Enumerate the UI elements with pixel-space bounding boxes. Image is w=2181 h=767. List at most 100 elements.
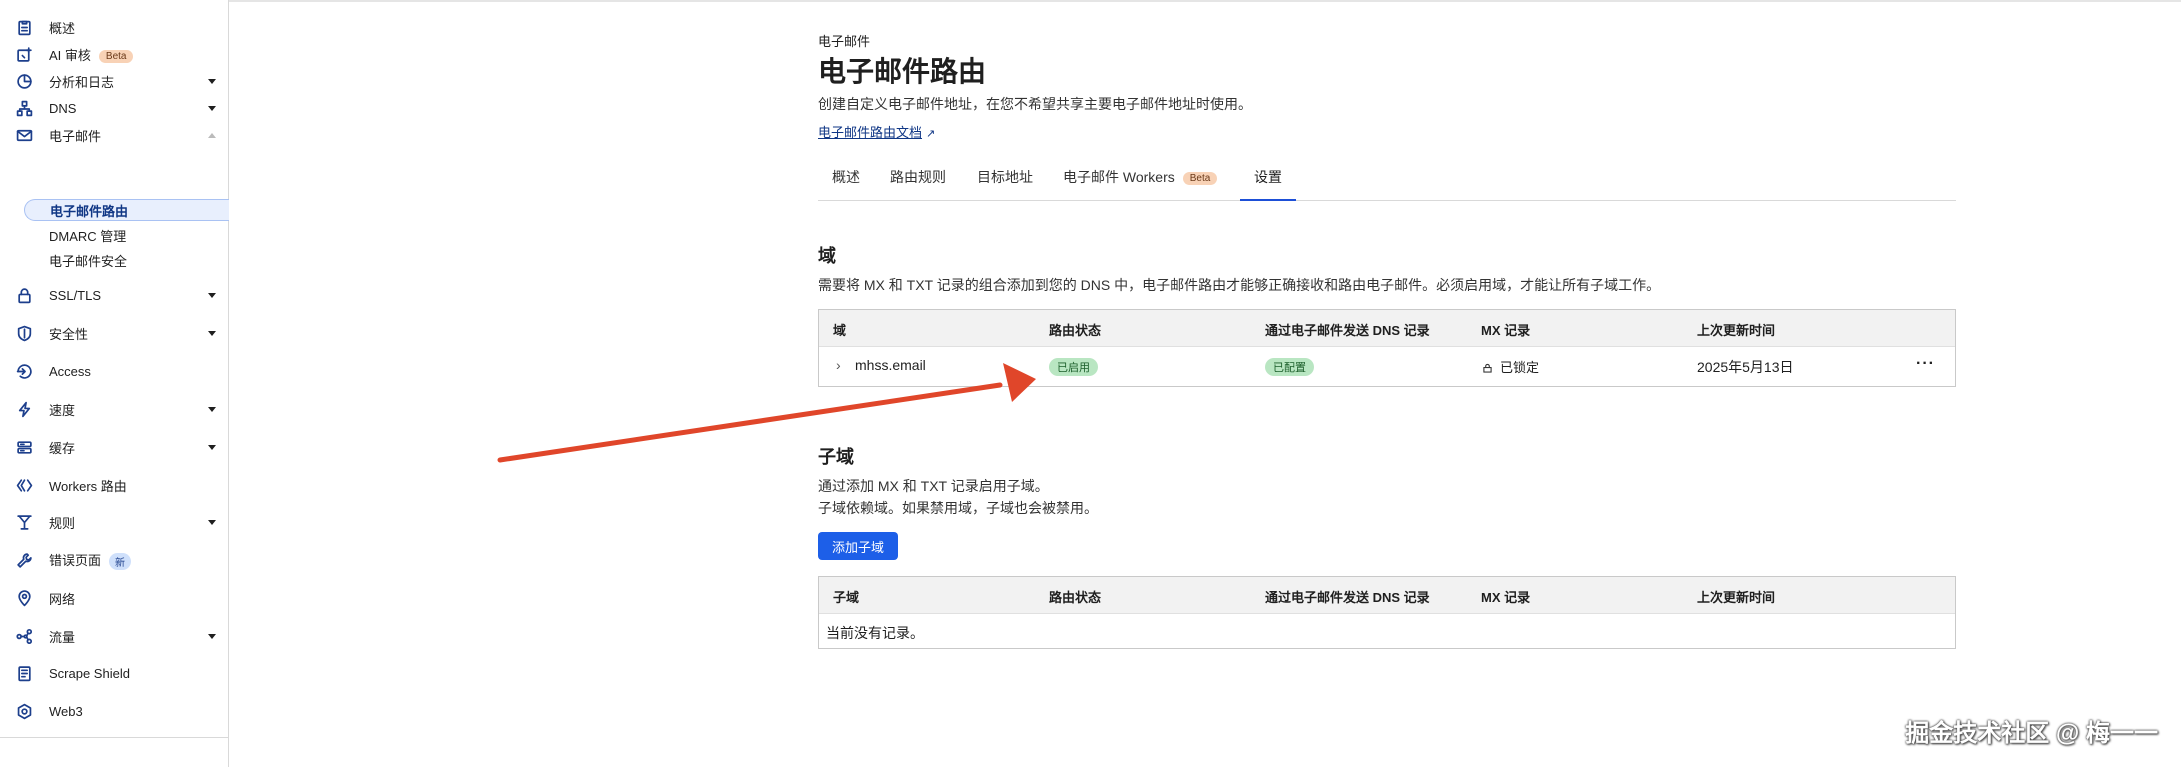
- tab-bar: 概述 路由规则 目标地址 电子邮件 Workers Beta 设置: [818, 165, 1956, 201]
- mx-cell: 已锁定: [1483, 357, 1539, 376]
- sidebar-item-dns[interactable]: DNS: [0, 94, 229, 122]
- traffic-icon: [14, 626, 34, 646]
- sidebar-item-scrape-shield[interactable]: Scrape Shield: [0, 659, 229, 687]
- sidebar-item-label: 概述: [49, 20, 76, 36]
- chevron-right-icon[interactable]: ›: [836, 357, 841, 373]
- sidebar-item-network[interactable]: 网络: [0, 584, 229, 612]
- docs-link-label: 电子邮件路由文档: [818, 125, 923, 140]
- web3-icon: [14, 701, 34, 721]
- sidebar-item-error-pages[interactable]: 错误页面新: [0, 546, 229, 574]
- lock-icon: [14, 285, 34, 305]
- beta-badge: Beta: [98, 49, 134, 63]
- sidebar-item-web3[interactable]: Web3: [0, 697, 229, 725]
- domain-section-title: 域: [818, 246, 836, 266]
- sidebar-item-label: 速度: [49, 402, 76, 418]
- clipboard-icon: [14, 17, 34, 37]
- tab-destination-addresses[interactable]: 目标地址: [977, 165, 1033, 201]
- empty-row: 当前没有记录。: [819, 613, 1955, 648]
- sidebar-item-rules[interactable]: 规则: [0, 508, 229, 536]
- analytics-icon: [14, 71, 34, 91]
- chevron-down-icon: [208, 519, 216, 525]
- tab-email-workers[interactable]: 电子邮件 Workers Beta: [1063, 165, 1218, 201]
- new-badge: 新: [109, 553, 132, 571]
- sidebar-subitem-email-security[interactable]: 电子邮件安全: [0, 249, 229, 271]
- sidebar: 概述 AI 审核 Beta 分析和日志 DNS 电子邮件 电子邮件路由 DMARC…: [0, 0, 229, 767]
- column-header: MX 记录: [1481, 590, 1531, 605]
- tab-settings[interactable]: 设置: [1240, 165, 1296, 201]
- domain-table: 域 路由状态 通过电子邮件发送 DNS 记录 MX 记录 上次更新时间 › mh…: [818, 309, 1956, 387]
- domain-cell: mhss.email: [855, 357, 926, 373]
- external-link-icon: ↗: [926, 128, 936, 140]
- column-header: 路由状态: [1049, 323, 1102, 338]
- beta-badge: Beta: [1182, 171, 1218, 185]
- breadcrumb: 电子邮件: [818, 34, 871, 49]
- shield-icon: [14, 323, 34, 343]
- sidebar-item-access[interactable]: Access: [0, 357, 229, 385]
- chevron-up-icon: [208, 132, 216, 138]
- sidebar-item-label: AI 审核: [49, 47, 91, 63]
- access-icon: [14, 361, 34, 381]
- sidebar-item-security[interactable]: 安全性: [0, 319, 229, 347]
- watermark: 掘金技术社区 @ 梅一一: [1905, 720, 2158, 747]
- sidebar-subitem-email-routing[interactable]: 电子邮件路由: [24, 199, 229, 221]
- rules-icon: [14, 512, 34, 532]
- document-icon: [14, 663, 34, 683]
- dns-icon: [14, 98, 34, 118]
- sidebar-item-speed[interactable]: 速度: [0, 395, 229, 423]
- status-badge: 已配置: [1265, 358, 1314, 376]
- sidebar-item-label: 电子邮件: [49, 128, 102, 144]
- sidebar-item-overview[interactable]: 概述: [0, 13, 229, 41]
- dns-status-cell: 已配置: [1265, 358, 1314, 376]
- status-badge: 已启用: [1049, 358, 1098, 376]
- subdomain-section-title: 子域: [818, 447, 854, 467]
- sidebar-item-ssl-tls[interactable]: SSL/TLS: [0, 281, 229, 309]
- docs-link[interactable]: 电子邮件路由文档 ↗: [818, 122, 935, 141]
- table-row[interactable]: › mhss.email 已启用 已配置 已锁定 2025年5月13日 ···: [819, 346, 1955, 384]
- column-header: 上次更新时间: [1697, 323, 1776, 338]
- subdomain-section-text-1: 通过添加 MX 和 TXT 记录启用子域。: [818, 478, 1049, 494]
- more-actions-button[interactable]: ···: [1916, 355, 1935, 373]
- table-header: 子域 路由状态 通过电子邮件发送 DNS 记录 MX 记录 上次更新时间: [819, 577, 1955, 613]
- domain-section-text: 需要将 MX 和 TXT 记录的组合添加到您的 DNS 中，电子邮件路由才能够正…: [818, 277, 1661, 293]
- sidebar-item-label: DNS: [49, 100, 77, 116]
- chevron-down-icon: [208, 444, 216, 450]
- chevron-down-icon: [208, 78, 216, 84]
- workers-icon: [14, 475, 34, 495]
- chevron-down-icon: [208, 633, 216, 639]
- sidebar-item-label: Scrape Shield: [49, 665, 130, 681]
- sidebar-divider: [0, 737, 229, 738]
- tab-routing-rules[interactable]: 路由规则: [890, 165, 946, 201]
- tab-overview[interactable]: 概述: [832, 165, 860, 201]
- column-header: 路由状态: [1049, 590, 1102, 605]
- lock-icon: [1483, 363, 1492, 373]
- cache-icon: [14, 437, 34, 457]
- table-header: 域 路由状态 通过电子邮件发送 DNS 记录 MX 记录 上次更新时间: [819, 310, 1955, 346]
- chevron-down-icon: [208, 330, 216, 336]
- sidebar-item-label: 分析和日志: [49, 74, 115, 90]
- column-header: 通过电子邮件发送 DNS 记录: [1265, 590, 1430, 605]
- sidebar-item-analytics[interactable]: 分析和日志: [0, 67, 229, 95]
- chevron-down-icon: [208, 105, 216, 111]
- mail-icon: [14, 125, 34, 145]
- sidebar-item-label: 网络: [49, 591, 76, 607]
- empty-message: 当前没有记录。: [826, 625, 924, 641]
- sidebar-item-ai-audit[interactable]: AI 审核 Beta: [0, 40, 229, 68]
- lightning-icon: [14, 399, 34, 419]
- sidebar-item-email[interactable]: 电子邮件: [0, 121, 229, 149]
- sidebar-item-cache[interactable]: 缓存: [0, 433, 229, 461]
- sidebar-item-workers-routes[interactable]: Workers 路由: [0, 471, 229, 499]
- wrench-icon: [14, 550, 34, 570]
- sidebar-item-traffic[interactable]: 流量: [0, 622, 229, 650]
- tab-label: 电子邮件 Workers: [1063, 169, 1175, 185]
- page-description: 创建自定义电子邮件地址，在您不希望共享主要电子邮件地址时使用。: [818, 96, 1252, 112]
- add-subdomain-button[interactable]: 添加子域: [818, 532, 899, 560]
- sidebar-item-label: Workers 路由: [49, 478, 127, 494]
- column-header: 上次更新时间: [1697, 590, 1776, 605]
- sidebar-item-label: Web3: [49, 703, 83, 719]
- subdomain-table: 子域 路由状态 通过电子邮件发送 DNS 记录 MX 记录 上次更新时间 当前没…: [818, 576, 1956, 649]
- route-status-cell: 已启用: [1049, 358, 1098, 376]
- sidebar-subitem-dmarc[interactable]: DMARC 管理: [0, 224, 229, 246]
- sidebar-item-label: SSL/TLS: [49, 287, 102, 303]
- chevron-down-icon: [208, 292, 216, 298]
- mx-lock-label: 已锁定: [1500, 360, 1540, 375]
